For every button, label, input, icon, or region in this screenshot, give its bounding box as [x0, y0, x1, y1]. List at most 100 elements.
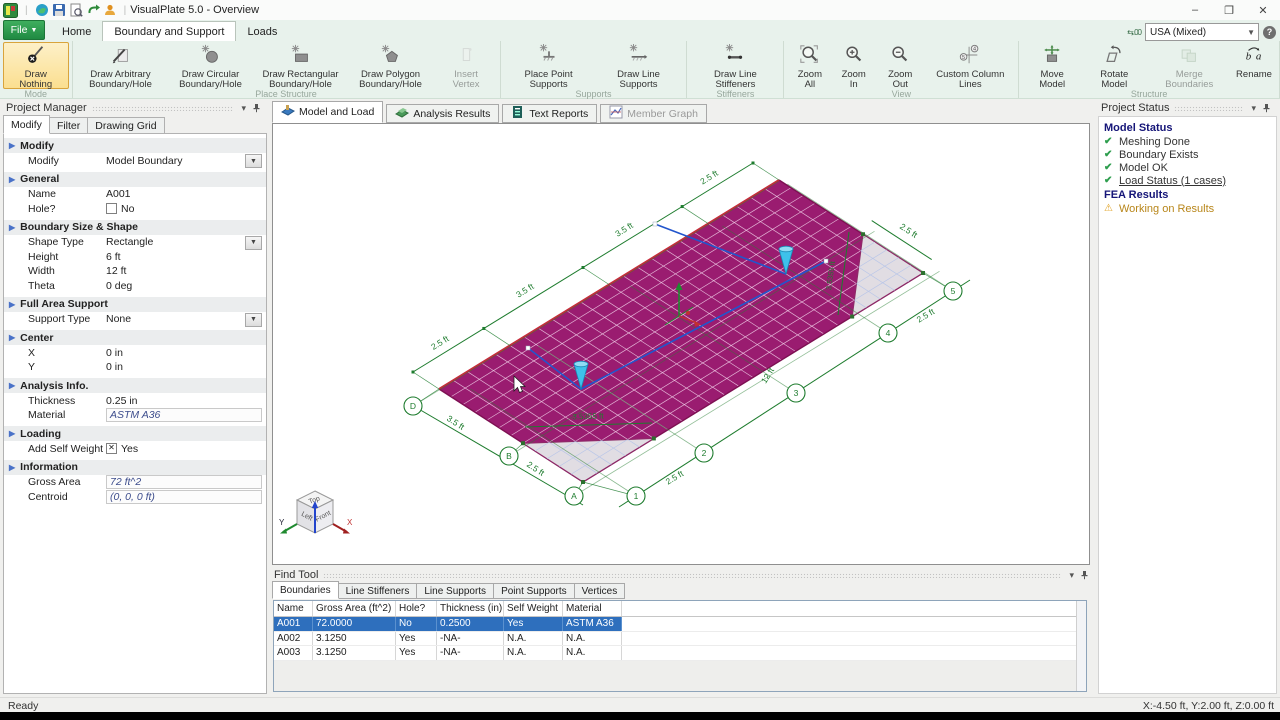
- draw-arbitrary-boundary-hole-button[interactable]: Draw Arbitrary Boundary/Hole: [76, 42, 166, 90]
- ribbon-tab-loads[interactable]: Loads: [236, 22, 288, 41]
- drag-texture[interactable]: [91, 105, 234, 111]
- title-bar: | | VisualPlate 5.0 - Overview – ❐ ✕: [0, 0, 1280, 20]
- property-value[interactable]: Rectangle: [106, 236, 153, 248]
- section-header-center[interactable]: ▶ Center: [4, 330, 266, 345]
- pin-icon[interactable]: [1262, 103, 1271, 113]
- draw-line-stiffeners-button[interactable]: Draw Line Stiffeners: [690, 42, 780, 90]
- table-cell: Yes: [396, 631, 437, 645]
- table-row[interactable]: A003 3.1250 Yes -NA- N.A. N.A.: [274, 646, 1086, 661]
- close-button[interactable]: ✕: [1246, 0, 1280, 20]
- check-icon: ✔: [1104, 149, 1113, 160]
- column-header[interactable]: Hole?: [396, 601, 437, 616]
- draw-polygon-boundary-hole-button[interactable]: Draw Polygon Boundary/Hole: [346, 42, 436, 90]
- ribbon-tab-boundary-and-support[interactable]: Boundary and Support: [102, 21, 237, 41]
- draw-rectangular-boundary-hole-button[interactable]: Draw Rectangular Boundary/Hole: [256, 42, 346, 90]
- dropdown-button[interactable]: ▼: [245, 154, 262, 168]
- column-header[interactable]: Thickness (in): [437, 601, 504, 616]
- table-row[interactable]: A001 72.0000 No 0.2500 Yes ASTM A36: [274, 617, 1086, 632]
- view-tab-text-reports[interactable]: Text Reports: [502, 104, 598, 123]
- table-scrollbar[interactable]: [1076, 601, 1086, 691]
- svg-text:4: 4: [973, 47, 976, 53]
- dimension-label: 3.5355 ft: [572, 411, 604, 421]
- expand-arrow-icon: ▶: [9, 381, 16, 390]
- print-preview-icon[interactable]: [69, 3, 83, 17]
- tab-drawing-grid[interactable]: Drawing Grid: [87, 117, 165, 134]
- view-orientation-cube[interactable]: Top Left Front Y X: [277, 487, 353, 554]
- checkbox-unchecked[interactable]: [106, 203, 117, 215]
- move-model-button[interactable]: Move Model: [1022, 42, 1082, 90]
- section-header-general[interactable]: ▶ General: [4, 171, 266, 187]
- find-tab-line-stiffeners[interactable]: Line Stiffeners: [337, 583, 418, 599]
- draw-nothing-icon: [25, 44, 47, 70]
- collapse-icon[interactable]: ▾: [241, 103, 246, 114]
- button-label: Move Model: [1039, 69, 1066, 90]
- maximize-button[interactable]: ❐: [1212, 0, 1246, 20]
- section-header-loading[interactable]: ▶ Loading: [4, 426, 266, 441]
- expand-arrow-icon: ▶: [9, 299, 16, 309]
- zoom-all-button[interactable]: Zoom All: [787, 42, 832, 90]
- open-icon[interactable]: [35, 3, 49, 17]
- pin-icon[interactable]: [252, 103, 261, 113]
- section-header-modify[interactable]: ▶ Modify: [4, 138, 266, 153]
- tab-label: Member Graph: [627, 107, 698, 120]
- rename-button[interactable]: b a Rename: [1232, 42, 1276, 89]
- undo-icon[interactable]: [86, 3, 100, 17]
- place-point-supports-button[interactable]: Place Point Supports: [504, 42, 594, 90]
- save-icon[interactable]: [52, 3, 66, 17]
- find-tab-boundaries[interactable]: Boundaries: [272, 581, 339, 599]
- view-tab-analysis-results[interactable]: Analysis Results: [386, 104, 500, 123]
- section-title: Modify: [20, 139, 54, 152]
- dropdown-button[interactable]: ▼: [245, 235, 262, 250]
- tab-modify[interactable]: Modify: [3, 115, 50, 134]
- draw-line-supports-button[interactable]: Draw Line Supports: [594, 42, 684, 90]
- find-tab-vertices[interactable]: Vertices: [573, 583, 626, 599]
- custom-column-lines-button[interactable]: 4 5 Custom Column Lines: [925, 42, 1015, 90]
- checkbox-checked[interactable]: ✕: [106, 443, 117, 455]
- property-value: A001: [106, 188, 131, 201]
- decimal-format-icon[interactable]: ⇆.00: [1127, 28, 1142, 37]
- collapse-icon[interactable]: ▾: [1069, 570, 1074, 581]
- model-canvas[interactable]: 2.5 ft 3.5 ft 3.5 ft 2.5 ft 3.5 ft 2.5 ft 2.5 …: [272, 123, 1090, 565]
- text-reports-tab-icon: [511, 105, 525, 122]
- zoom-out-button[interactable]: Zoom Out: [875, 42, 925, 90]
- drag-texture[interactable]: [323, 572, 1062, 578]
- rotate-model-button[interactable]: Rotate Model: [1082, 42, 1146, 90]
- dimension-label: 2.5 ft: [898, 221, 920, 240]
- file-menu-button[interactable]: File ▼: [3, 20, 45, 40]
- dimension-label: 3.5 ft: [514, 281, 536, 300]
- find-tab-line-supports[interactable]: Line Supports: [416, 583, 495, 599]
- zoom-in-button[interactable]: Zoom In: [832, 42, 875, 90]
- column-header[interactable]: Name: [274, 601, 313, 616]
- column-header[interactable]: Gross Area (ft^2): [313, 601, 396, 616]
- help-user-icon[interactable]: [103, 3, 117, 17]
- units-dropdown[interactable]: USA (Mixed) ▼: [1145, 23, 1259, 41]
- drag-texture[interactable]: [1174, 105, 1244, 111]
- section-title: Center: [20, 331, 54, 344]
- property-value[interactable]: None: [106, 313, 131, 325]
- tab-filter[interactable]: Filter: [48, 117, 89, 134]
- table-row[interactable]: A002 3.1250 Yes -NA- N.A. N.A.: [274, 631, 1086, 646]
- section-header-analysis-info-[interactable]: ▶ Analysis Info.: [4, 378, 266, 393]
- draw-nothing-button[interactable]: Draw Nothing: [3, 42, 69, 90]
- svg-text:b: b: [1246, 51, 1252, 63]
- collapse-icon[interactable]: ▾: [1251, 103, 1256, 114]
- status-item[interactable]: ✔ Load Status (1 cases): [1104, 174, 1271, 187]
- status-item: ✔ Boundary Exists: [1104, 148, 1271, 161]
- pin-icon[interactable]: [1080, 570, 1089, 580]
- section-header-full-area-support[interactable]: ▶ Full Area Support: [4, 296, 266, 312]
- column-header[interactable]: Material: [563, 601, 622, 616]
- section-header-information[interactable]: ▶ Information: [4, 459, 266, 475]
- property-value[interactable]: Model Boundary: [106, 155, 182, 167]
- ribbon-tab-home[interactable]: Home: [51, 22, 102, 41]
- draw-circular-boundary-hole-button[interactable]: Draw Circular Boundary/Hole: [166, 42, 256, 90]
- find-tab-point-supports[interactable]: Point Supports: [493, 583, 575, 599]
- status-item-text: Meshing Done: [1119, 135, 1190, 148]
- column-header[interactable]: Self Weight: [504, 601, 563, 616]
- minimize-button[interactable]: –: [1178, 0, 1212, 20]
- section-header-boundary-size-shape[interactable]: ▶ Boundary Size & Shape: [4, 219, 266, 235]
- line-supports-icon: [628, 44, 650, 70]
- help-icon[interactable]: ?: [1263, 25, 1276, 39]
- view-tab-model-and-load[interactable]: Model and Load: [272, 101, 384, 123]
- units-area: ⇆.00 USA (Mixed) ▼ ?: [1127, 23, 1276, 41]
- dropdown-button[interactable]: ▼: [245, 312, 262, 327]
